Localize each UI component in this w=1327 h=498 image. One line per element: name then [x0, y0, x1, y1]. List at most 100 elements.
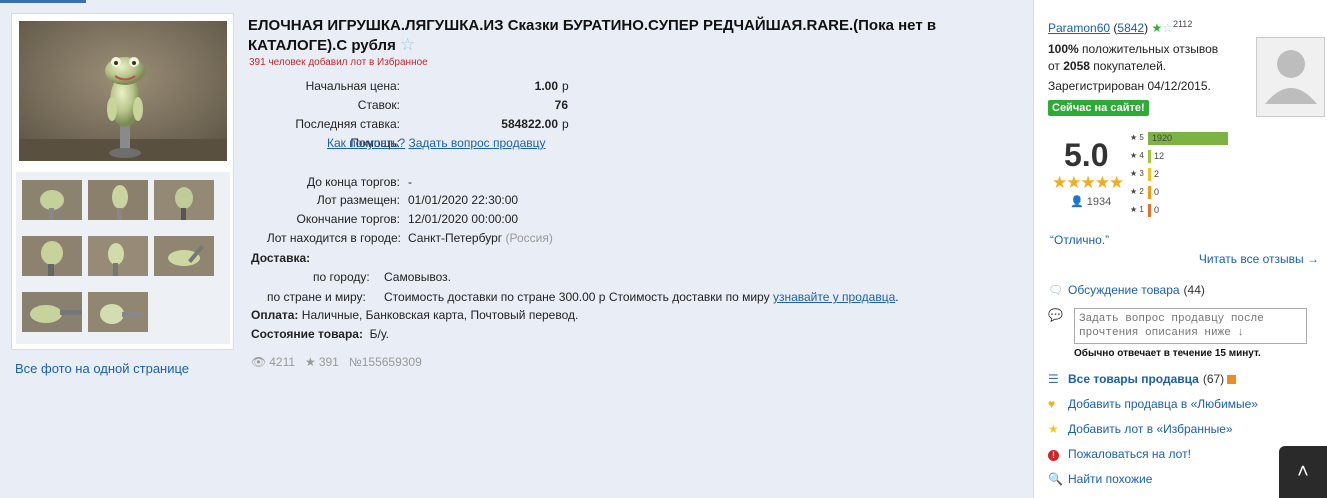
complain-row: ! Пожаловаться на лот! [1048, 447, 1191, 461]
last-bid-label: Последняя ставка: [295, 117, 400, 131]
read-all-reviews-link[interactable]: Читать все отзывы → [1199, 252, 1319, 266]
green-star-icon: ★ [1151, 21, 1163, 35]
ask-seller-delivery-link[interactable]: узнавайте у продавца [773, 290, 895, 304]
active-tab-marker [0, 0, 86, 3]
all-items-count: (67) [1202, 372, 1225, 386]
favorite-seller-row: ♥ Добавить продавца в «Любимые» [1048, 397, 1258, 411]
ask-icon-wrap: 💬 [1048, 308, 1068, 322]
star-icon: ★ [305, 355, 316, 369]
rating-bar-count: 2 [1154, 169, 1160, 179]
rating-level: ★ 5 [1130, 133, 1144, 142]
rating-distribution: ★ 5 1920 ★ 4 12 ★ 3 2 ★ 2 0 ★ 1 0 [1130, 130, 1250, 220]
chat-icon: 🗨 [1048, 283, 1064, 297]
end-value: 12/01/2020 00:00:00 [408, 212, 519, 226]
how-to-buy-link[interactable]: Как покупать? [327, 136, 405, 150]
rating-bar-row: ★ 4 12 [1130, 148, 1250, 166]
all-items-link[interactable]: Все товары продавца [1068, 372, 1199, 386]
review-quote: “Отлично.” [1050, 233, 1110, 247]
rating-bar-count: 12 [1154, 151, 1165, 161]
city-name: Санкт-Петербург [408, 231, 503, 245]
city-label: Лот находится в городе: [266, 231, 401, 245]
scroll-to-top-button[interactable]: ˄ [1279, 446, 1327, 498]
buyers-count: 2058 [1063, 59, 1090, 73]
start-price-label: Начальная цена: [305, 79, 400, 93]
help-links: Как покупать? Задать вопрос продавцу [327, 136, 546, 150]
views-stat: 👁 4211 [251, 355, 295, 369]
complain-link[interactable]: Пожаловаться на лот! [1068, 447, 1191, 461]
rss-icon[interactable] [1227, 374, 1237, 384]
positive-rate: 100% положительных отзывов от 2058 покуп… [1048, 41, 1218, 75]
add-favorite-seller-link[interactable]: Добавить продавца в «Любимые» [1068, 397, 1258, 411]
buyers-text: покупателей. [1093, 59, 1167, 73]
discussion-row: 🗨 Обсуждение товара (44) [1048, 283, 1205, 297]
discussion-count: (44) [1183, 283, 1205, 297]
thumbnail[interactable] [154, 180, 214, 220]
eye-icon: 👁 [251, 355, 267, 369]
rating-level: ★ 1 [1130, 205, 1144, 214]
rating-stars-icon: ★★★★★ [1052, 173, 1124, 192]
seller-rating-link[interactable]: 5842 [1117, 21, 1144, 35]
user-icon: 👤 [1070, 196, 1084, 208]
rating-level: ★ 2 [1130, 187, 1144, 196]
delivery-label: Доставка: [251, 251, 311, 265]
condition-row: Состояние товара: Б/у. [251, 327, 389, 341]
bids-value: 76 [554, 98, 568, 112]
rating-level: ★ 3 [1130, 169, 1144, 178]
ends-in-label: До конца торгов: [306, 175, 400, 189]
reply-time-note: Обычно отвечает в течение 15 минут. [1074, 348, 1261, 359]
delivery-city-label: по городу: [313, 270, 370, 284]
bids-label: Ставок: [357, 98, 400, 112]
online-badge: Сейчас на сайте! [1048, 100, 1149, 116]
rating-bar-count: 0 [1154, 187, 1160, 197]
thumbnail[interactable] [22, 236, 82, 276]
currency: р [562, 79, 569, 93]
lot-number: №155659309 [348, 355, 422, 369]
thumbnail[interactable] [154, 236, 214, 276]
reviews-count-value: 1934 [1086, 196, 1112, 208]
rating-bar [1148, 150, 1151, 163]
condition-value: Б/у. [369, 327, 389, 341]
thumbnail[interactable] [88, 236, 148, 276]
speech-bubble-icon: 💬 [1048, 308, 1063, 322]
main-photo[interactable] [19, 21, 227, 161]
seller-header: Paramon60 (5842) ★☆2112 [1048, 19, 1193, 35]
ask-seller-input[interactable] [1074, 308, 1307, 344]
ask-seller-link[interactable]: Задать вопрос продавцу [408, 136, 545, 150]
add-favorite-lot-link[interactable]: Добавить лот в «Избранные» [1068, 422, 1233, 436]
placed-value: 01/01/2020 22:30:00 [408, 193, 519, 207]
delivery-world-text: Стоимость доставки по стране 300.00 р Ст… [384, 290, 770, 304]
positive-text: положительных отзывов [1082, 42, 1219, 56]
country-name: (Россия) [505, 231, 553, 245]
avatar[interactable] [1256, 37, 1325, 117]
positive-pct: 100% [1048, 42, 1079, 56]
list-icon: ☰ [1048, 372, 1059, 386]
rating-bar [1148, 168, 1151, 181]
ends-in-value: - [408, 175, 412, 189]
favorite-star-icon[interactable]: ☆ [400, 35, 415, 54]
find-similar-link[interactable]: Найти похожие [1068, 472, 1152, 486]
seller-sup: 2112 [1172, 19, 1193, 29]
currency: р [562, 117, 569, 131]
rating-bar [1148, 186, 1151, 199]
all-items-row: ☰ Все товары продавца (67) [1048, 372, 1237, 386]
reviews-count: 👤 1934 [1070, 195, 1111, 208]
end-label: Окончание торгов: [296, 212, 401, 226]
lot-title: ЕЛОЧНАЯ ИГРУШКА.ЛЯГУШКА.ИЗ Сказки БУРАТИ… [248, 16, 1018, 55]
thumbnail[interactable] [88, 180, 148, 220]
heart-icon: ♥ [1048, 397, 1056, 411]
payment-row: Оплата: Наличные, Банковская карта, Почт… [251, 308, 578, 322]
all-photos-link[interactable]: Все фото на одной странице [15, 361, 189, 376]
thumbnail[interactable] [88, 292, 148, 332]
warning-icon: ! [1048, 447, 1068, 461]
lot-title-text: ЕЛОЧНАЯ ИГРУШКА.ЛЯГУШКА.ИЗ Сказки БУРАТИ… [248, 17, 937, 54]
find-similar-row: 🔍 Найти похожие [1048, 472, 1152, 486]
photo-gallery [11, 13, 234, 350]
discussion-link[interactable]: Обсуждение товара [1068, 283, 1180, 297]
stars-count: 391 [318, 355, 339, 369]
seller-name-link[interactable]: Paramon60 [1048, 21, 1110, 35]
delivery-world-label: по стране и миру: [267, 290, 366, 304]
payment-value: Наличные, Банковская карта, Почтовый пер… [301, 308, 579, 322]
thumbnail[interactable] [22, 292, 82, 332]
thumbnail[interactable] [22, 180, 82, 220]
rating-bar-row: ★ 1 0 [1130, 202, 1250, 220]
